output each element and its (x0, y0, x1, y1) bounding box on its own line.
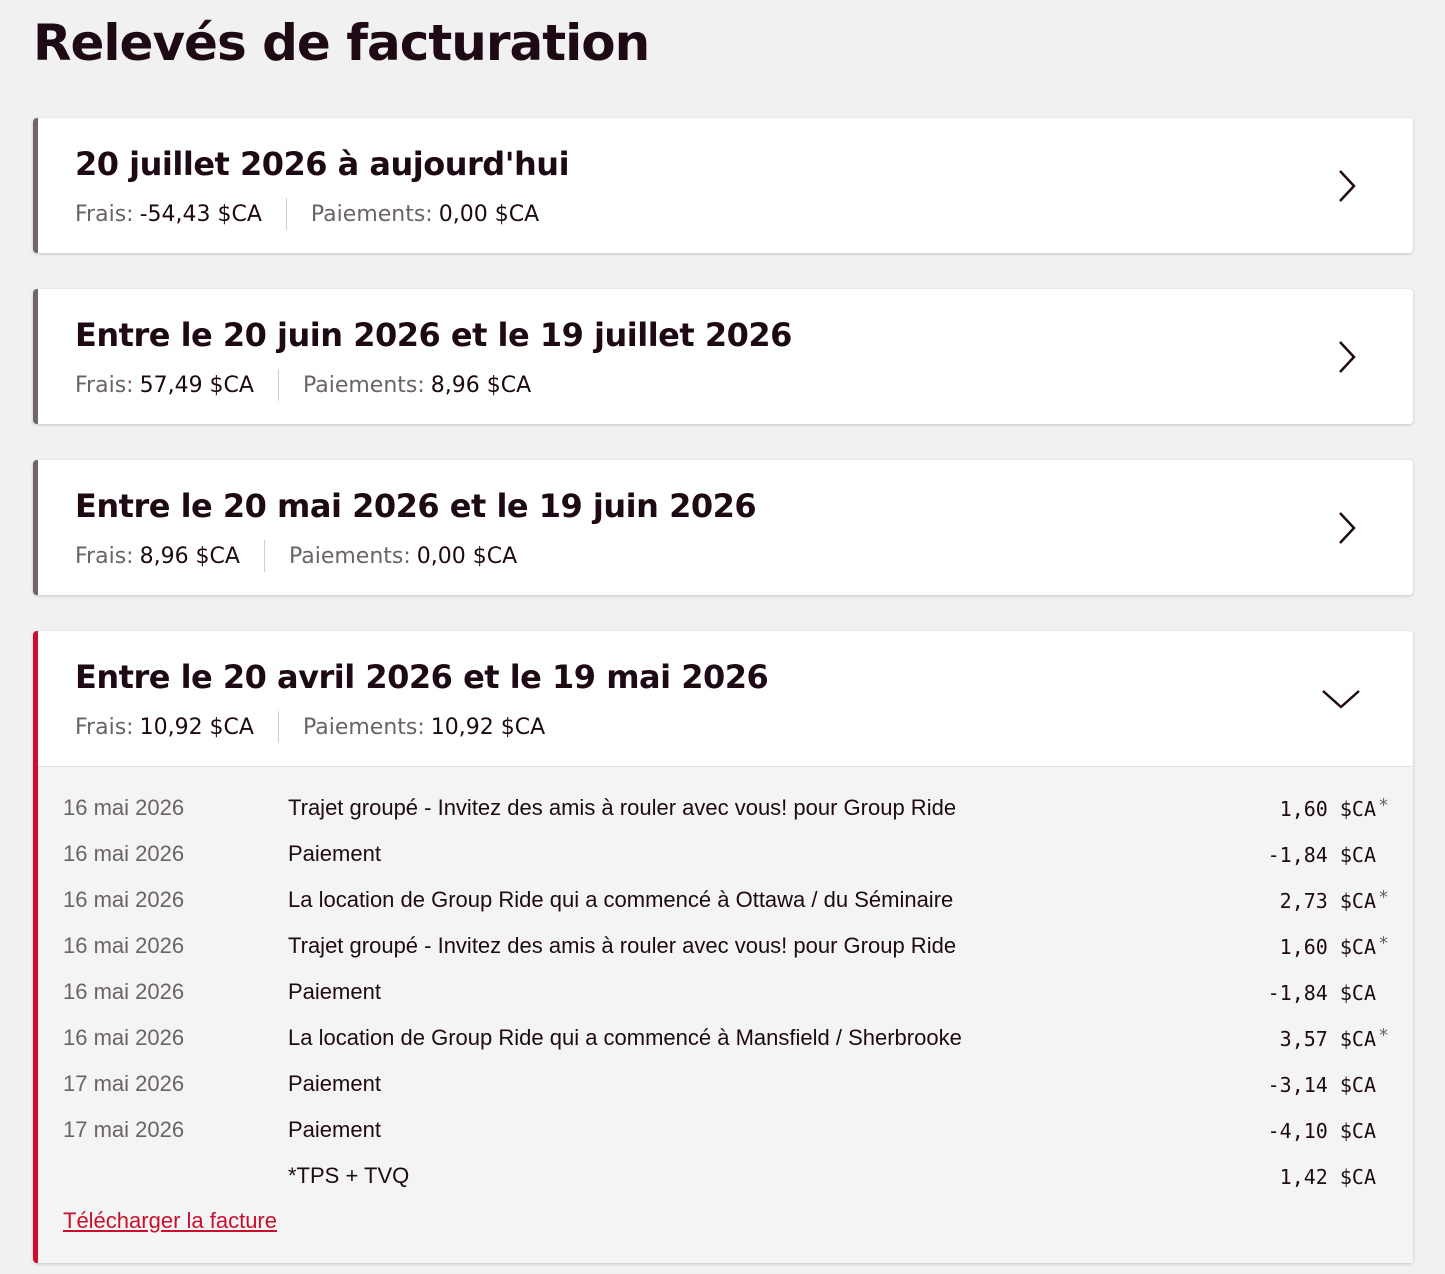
transaction-description: Paiement (288, 841, 381, 866)
statement-title: Entre le 20 mai 2026 et le 19 juin 2026 (75, 487, 757, 525)
statement-summary: Frais: 57,49 $CA Paiements: 8,96 $CA (75, 369, 531, 401)
payments-label: Paiements: (310, 201, 433, 227)
transaction-row: 17 mai 2026 Paiement -4,10 $CA (38, 1111, 1413, 1151)
payments-value: 10,92 $CA (430, 714, 546, 740)
transaction-date: 17 mai 2026 (63, 1071, 185, 1096)
transaction-date: 16 mai 2026 (63, 887, 185, 912)
tax-marker: * (1378, 795, 1389, 816)
transaction-row: 16 mai 2026 La location de Group Ride qu… (38, 1019, 1413, 1059)
statement-title: Entre le 20 juin 2026 et le 19 juillet 2… (75, 316, 792, 354)
divider (277, 711, 279, 743)
fees-value: 57,49 $CA (139, 372, 254, 398)
chevron-down-icon[interactable] (1321, 682, 1361, 716)
transaction-description: Paiement (288, 979, 381, 1004)
transaction-date: 16 mai 2026 (63, 795, 185, 820)
transactions-list: 16 mai 2026 Trajet groupé - Invitez des … (38, 766, 1413, 1263)
transaction-amount: -1,84 $CA (1267, 843, 1376, 867)
statement-header[interactable]: 20 juillet 2026 à aujourd'hui Frais: -54… (38, 118, 1413, 253)
transaction-description: La location de Group Ride qui a commencé… (288, 887, 954, 912)
payments-summary: Paiements: 0,00 $CA (311, 202, 539, 227)
tax-marker: * (1378, 1025, 1389, 1046)
payments-value: 8,96 $CA (430, 372, 532, 398)
transaction-row: 16 mai 2026 Paiement -1,84 $CA (38, 973, 1413, 1013)
transaction-amount: -4,10 $CA (1267, 1119, 1376, 1143)
statement-header[interactable]: Entre le 20 juin 2026 et le 19 juillet 2… (38, 289, 1413, 424)
fees-summary: Frais: 10,92 $CA (75, 715, 254, 740)
transaction-date: 16 mai 2026 (63, 1025, 185, 1050)
statement-summary: Frais: -54,43 $CA Paiements: 0,00 $CA (75, 198, 539, 230)
transaction-description: Trajet groupé - Invitez des amis à roule… (288, 933, 957, 958)
transaction-amount: 3,57 $CA (1279, 1027, 1376, 1051)
payments-summary: Paiements: 10,92 $CA (303, 715, 545, 740)
fees-label: Frais: (75, 714, 134, 740)
tax-marker: * (1378, 933, 1389, 954)
statement-card[interactable]: Entre le 20 mai 2026 et le 19 juin 2026 … (33, 460, 1413, 595)
payments-summary: Paiements: 8,96 $CA (303, 373, 531, 398)
transaction-amount: 2,73 $CA (1279, 889, 1376, 913)
payments-label: Paiements: (302, 372, 425, 398)
transaction-date: 16 mai 2026 (63, 933, 185, 958)
tax-summary-row: *TPS + TVQ 1,42 $CA (38, 1157, 1413, 1197)
statement-card-expanded: Entre le 20 avril 2026 et le 19 mai 2026… (33, 631, 1413, 1263)
transaction-amount: 1,60 $CA (1279, 797, 1376, 821)
tax-marker: * (1378, 887, 1389, 908)
fees-value: 8,96 $CA (139, 543, 240, 569)
payments-value: 0,00 $CA (438, 201, 540, 227)
transaction-row: 16 mai 2026 Trajet groupé - Invitez des … (38, 927, 1413, 967)
transaction-row: 16 mai 2026 Paiement -1,84 $CA (38, 835, 1413, 875)
payments-value: 0,00 $CA (416, 543, 518, 569)
transaction-description: La location de Group Ride qui a commencé… (288, 1025, 962, 1050)
download-invoice-link[interactable]: Télécharger la facture (63, 1208, 277, 1234)
fees-value: 10,92 $CA (139, 714, 254, 740)
fees-summary: Frais: 57,49 $CA (75, 373, 254, 398)
transaction-date: 16 mai 2026 (63, 979, 185, 1004)
fees-label: Frais: (75, 201, 134, 227)
transaction-date: 17 mai 2026 (63, 1117, 185, 1142)
statement-summary: Frais: 8,96 $CA Paiements: 0,00 $CA (75, 540, 517, 572)
fees-summary: Frais: 8,96 $CA (75, 544, 240, 569)
fees-label: Frais: (75, 372, 134, 398)
transaction-description: *TPS + TVQ (288, 1163, 410, 1188)
statement-card[interactable]: Entre le 20 juin 2026 et le 19 juillet 2… (33, 289, 1413, 424)
divider (277, 369, 279, 401)
divider (285, 198, 287, 230)
chevron-right-icon[interactable] (1329, 511, 1363, 545)
chevron-right-icon[interactable] (1329, 169, 1363, 203)
transaction-row: 16 mai 2026 La location de Group Ride qu… (38, 881, 1413, 921)
transaction-description: Paiement (288, 1117, 381, 1142)
statement-summary: Frais: 10,92 $CA Paiements: 10,92 $CA (75, 711, 545, 743)
statement-title: 20 juillet 2026 à aujourd'hui (75, 145, 570, 183)
statement-header[interactable]: Entre le 20 mai 2026 et le 19 juin 2026 … (38, 460, 1413, 595)
payments-label: Paiements: (302, 714, 425, 740)
statement-title: Entre le 20 avril 2026 et le 19 mai 2026 (75, 658, 769, 696)
transaction-amount: 1,60 $CA (1279, 935, 1376, 959)
transaction-description: Paiement (288, 1071, 381, 1096)
fees-label: Frais: (75, 543, 134, 569)
transaction-row: 16 mai 2026 Trajet groupé - Invitez des … (38, 789, 1413, 829)
fees-value: -54,43 $CA (139, 201, 262, 227)
payments-summary: Paiements: 0,00 $CA (289, 544, 517, 569)
transaction-amount: 1,42 $CA (1279, 1165, 1376, 1189)
divider (263, 540, 265, 572)
transaction-row: 17 mai 2026 Paiement -3,14 $CA (38, 1065, 1413, 1105)
transaction-date: 16 mai 2026 (63, 841, 185, 866)
statement-card[interactable]: 20 juillet 2026 à aujourd'hui Frais: -54… (33, 118, 1413, 253)
transaction-amount: -3,14 $CA (1267, 1073, 1376, 1097)
chevron-right-icon[interactable] (1329, 340, 1363, 374)
page-title: Relevés de facturation (33, 14, 650, 72)
transaction-amount: -1,84 $CA (1267, 981, 1376, 1005)
statement-header[interactable]: Entre le 20 avril 2026 et le 19 mai 2026… (38, 631, 1413, 766)
payments-label: Paiements: (288, 543, 411, 569)
fees-summary: Frais: -54,43 $CA (75, 202, 262, 227)
transaction-description: Trajet groupé - Invitez des amis à roule… (288, 795, 957, 820)
